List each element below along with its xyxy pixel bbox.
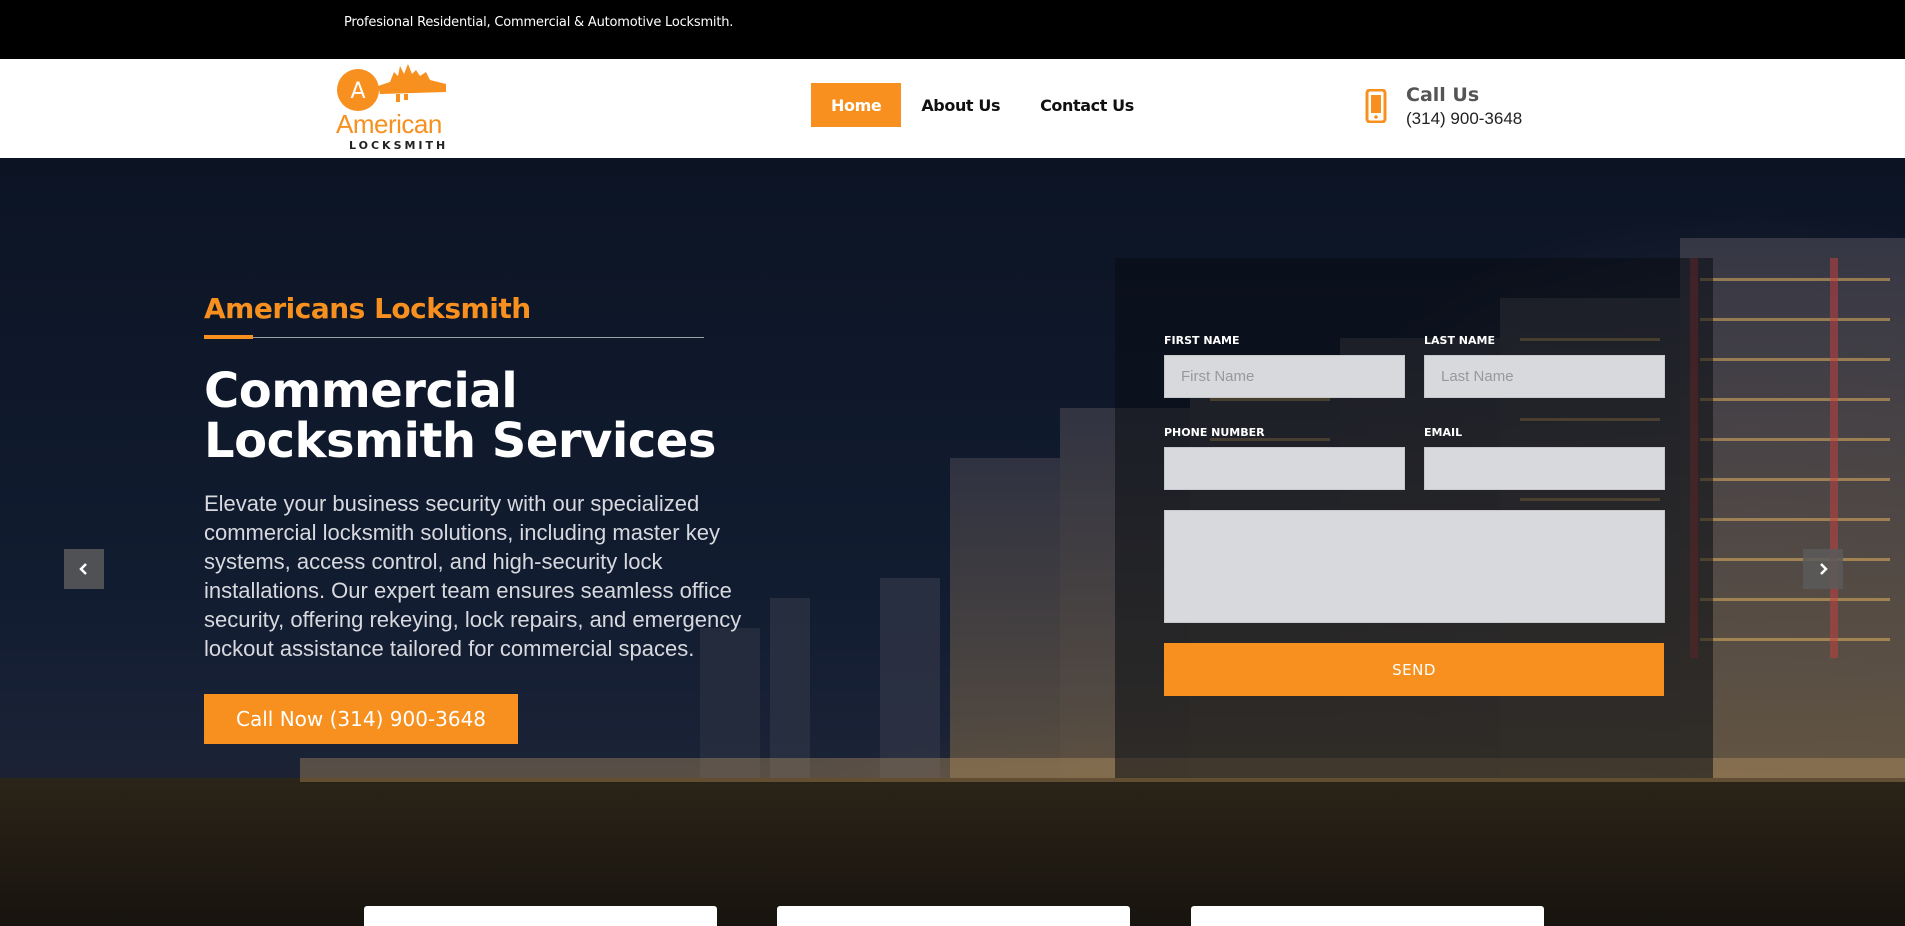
service-card[interactable] [364,906,717,926]
call-us-block[interactable]: Call Us (314) 900-3648 [1365,81,1585,131]
hero-headline-line-2: Locksmith Services [204,413,716,469]
last-name-label: LAST NAME [1424,334,1495,347]
call-us-number[interactable]: (314) 900-3648 [1406,109,1522,129]
message-textarea[interactable] [1164,510,1665,623]
call-now-button[interactable]: Call Now (314) 900-3648 [204,694,519,744]
main-nav: Home About Us Contact Us [811,83,1154,127]
logo-badge-letter: A [350,79,365,104]
hero-headline-line-1: Commercial [204,363,518,419]
hero-content: Americans Locksmith Commercial Locksmith… [204,292,764,744]
kicker-divider [204,335,704,339]
contact-form: FIRST NAME First Name LAST NAME Last Nam… [1115,258,1713,778]
hero-headline: Commercial Locksmith Services [204,366,764,466]
nav-item-contact-us[interactable]: Contact Us [1020,83,1154,127]
first-name-label: FIRST NAME [1164,334,1240,347]
nav-item-home[interactable]: Home [811,83,902,127]
email-label: EMAIL [1424,426,1463,439]
tagline: Profesional Residential, Commercial & Au… [344,15,734,30]
hero-slider: Americans Locksmith Commercial Locksmith… [0,158,1905,926]
first-name-input[interactable]: First Name [1164,355,1405,398]
service-card[interactable] [1191,906,1544,926]
phone-number-input[interactable] [1164,447,1405,490]
service-card[interactable] [777,906,1130,926]
chevron-right-icon [1820,563,1828,575]
hero-description: Elevate your business security with our … [204,491,742,661]
site-header: A American LOCKSMITH Home About Us Conta… [0,59,1905,158]
slider-prev-button[interactable] [64,549,104,589]
send-button[interactable]: SEND [1164,643,1664,696]
nav-item-about-us[interactable]: About Us [901,83,1020,127]
logo-wordmark: American [336,109,442,139]
slider-next-button[interactable] [1803,549,1843,589]
last-name-input[interactable]: Last Name [1424,355,1665,398]
site-logo[interactable]: A American LOCKSMITH [334,62,459,154]
phone-number-label: PHONE NUMBER [1164,426,1265,439]
email-input[interactable] [1424,447,1665,490]
chevron-left-icon [79,563,87,575]
hero-kicker: Americans Locksmith [204,292,531,325]
call-us-label: Call Us [1406,84,1480,106]
mobile-phone-icon [1365,89,1387,123]
logo-subtitle: LOCKSMITH [349,139,449,152]
top-bar: Profesional Residential, Commercial & Au… [0,0,1905,59]
